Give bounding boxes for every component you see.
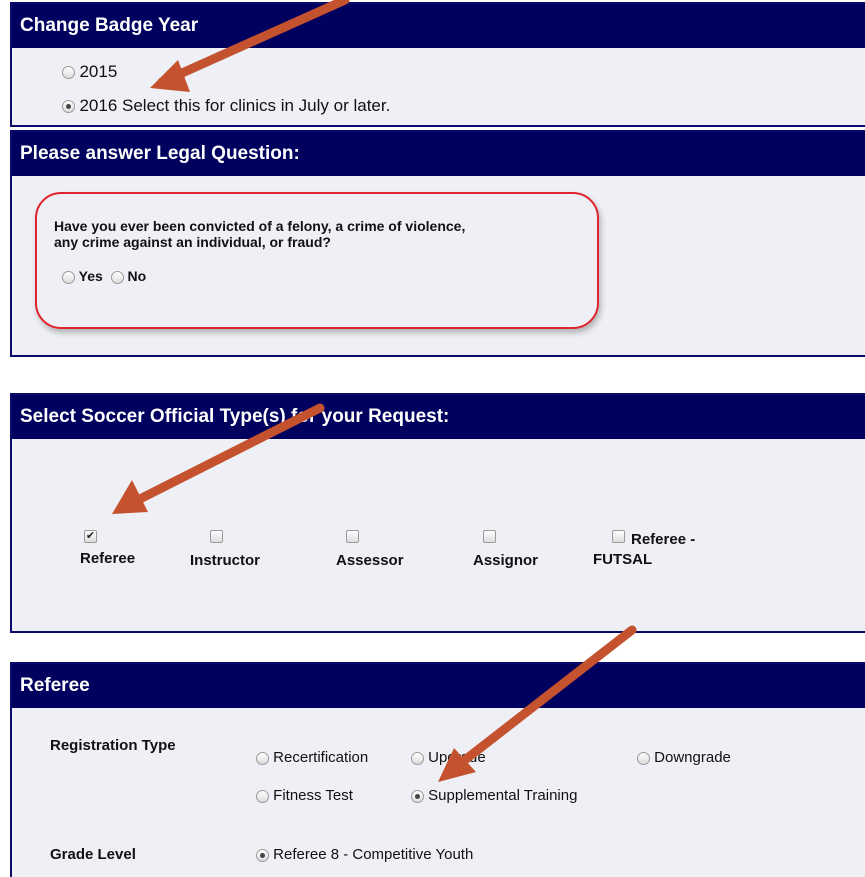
label-supplemental-training: Supplemental Training: [428, 787, 578, 804]
checkbox-assignor[interactable]: [483, 530, 496, 543]
badge-year-option-2015[interactable]: 2015: [62, 62, 117, 82]
official-types-header: Select Soccer Official Type(s) for your …: [12, 395, 865, 439]
grade-level-label: Grade Level: [50, 846, 136, 863]
radio-2016[interactable]: [62, 100, 75, 114]
label-no: No: [127, 268, 147, 284]
checkbox-referee[interactable]: ✔: [84, 530, 97, 543]
radio-downgrade[interactable]: [637, 751, 650, 765]
legal-question-text: Have you ever been convicted of a felony…: [54, 218, 465, 250]
legal-header: Please answer Legal Question:: [12, 132, 865, 176]
legal-answer-options: Yes No: [62, 268, 146, 284]
registration-type-label: Registration Type: [50, 737, 176, 754]
legal-question-highlight: [35, 192, 599, 329]
checkbox-assessor[interactable]: [346, 530, 359, 543]
label-referee-futsal: Referee -: [631, 530, 695, 550]
label-2016: 2016 Select this for clinics in July or …: [79, 96, 391, 115]
label-futsal-line1: Referee -: [631, 531, 696, 548]
label-recertification: Recertification: [273, 749, 369, 766]
radio-recertification[interactable]: [256, 751, 269, 765]
option-supplemental-training[interactable]: Supplemental Training: [411, 787, 577, 804]
option-recertification[interactable]: Recertification: [256, 749, 368, 766]
badge-year-header: Change Badge Year: [12, 4, 865, 48]
radio-upgrade[interactable]: [411, 751, 424, 765]
label-referee: Referee: [80, 550, 136, 567]
checkbox-instructor[interactable]: [210, 530, 223, 543]
referee-header: Referee: [12, 664, 865, 708]
label-assignor: Assignor: [473, 552, 539, 569]
option-upgrade[interactable]: Upgrade: [411, 749, 486, 766]
badge-year-option-2016[interactable]: 2016 Select this for clinics in July or …: [62, 96, 390, 116]
label-downgrade: Downgrade: [654, 749, 731, 766]
label-assessor: Assessor: [336, 552, 404, 569]
legal-panel: Please answer Legal Question: Have you e…: [10, 130, 865, 357]
radio-supplemental-training[interactable]: [411, 789, 424, 803]
checkbox-referee-futsal[interactable]: [612, 530, 625, 543]
label-instructor: Instructor: [190, 552, 261, 569]
label-2015: 2015: [79, 62, 118, 81]
radio-fitness-test[interactable]: [256, 789, 269, 803]
legal-question-line2: any crime against an individual, or frau…: [54, 234, 331, 250]
radio-yes[interactable]: [62, 270, 75, 284]
option-fitness-test[interactable]: Fitness Test: [256, 787, 353, 804]
label-fitness-test: Fitness Test: [273, 787, 353, 804]
option-grade-level[interactable]: Referee 8 - Competitive Youth: [256, 846, 473, 863]
referee-panel: Referee Registration Type Recertificatio…: [10, 662, 865, 877]
option-downgrade[interactable]: Downgrade: [637, 749, 731, 766]
radio-2015[interactable]: [62, 66, 75, 80]
badge-year-panel: Change Badge Year 2015 2016 Select this …: [10, 2, 865, 127]
label-upgrade: Upgrade: [428, 749, 486, 766]
radio-no[interactable]: [110, 270, 124, 284]
label-futsal-line2: FUTSAL: [593, 551, 653, 568]
radio-grade-level[interactable]: [256, 848, 269, 862]
legal-question-line1: Have you ever been convicted of a felony…: [54, 218, 466, 234]
label-yes: Yes: [78, 268, 103, 284]
official-types-panel: Select Soccer Official Type(s) for your …: [10, 393, 865, 633]
label-grade-level: Referee 8 - Competitive Youth: [273, 846, 474, 863]
